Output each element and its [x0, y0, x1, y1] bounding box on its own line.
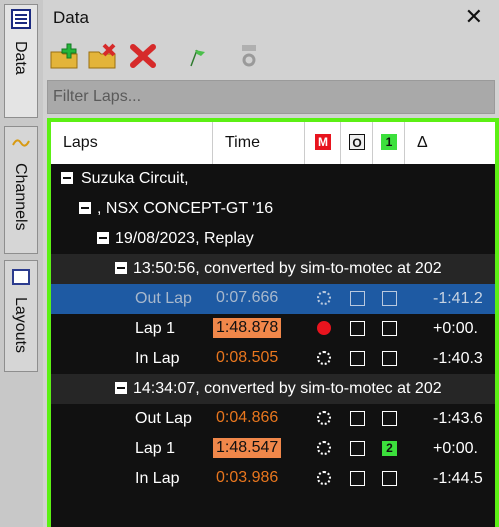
lap-row[interactable]: Out Lap 0:07.666 -1:41.2: [51, 284, 495, 314]
lap-name: Out Lap: [135, 410, 192, 427]
tab-channels[interactable]: Channels: [4, 126, 38, 254]
tree-car-row[interactable]: , NSX CONCEPT-GT '16: [51, 194, 495, 224]
lap-delta: -1:44.5: [433, 470, 483, 487]
lap-row[interactable]: Lap 1 1:48.547 2 +0:00.: [51, 434, 495, 464]
session-label: 19/08/2023, Replay: [115, 230, 254, 247]
column-time-label: Time: [225, 134, 260, 151]
close-icon[interactable]: ✕: [465, 4, 483, 30]
circuit-label: Suzuka Circuit,: [81, 170, 189, 187]
lap-time: 1:48.547: [213, 438, 282, 458]
run-label: 13:50:56, converted by sim-to-motec at 2…: [133, 260, 442, 277]
open-folder-add-icon[interactable]: [49, 40, 81, 72]
lap-time: 0:03.986: [216, 469, 279, 486]
run-label: 14:34:07, converted by sim-to-motec at 2…: [133, 380, 442, 397]
tab-data-label: Data: [12, 41, 29, 75]
wave-icon: [12, 139, 30, 147]
compare-checkbox[interactable]: 2: [382, 441, 397, 456]
open-folder-remove-icon[interactable]: [87, 40, 119, 72]
tree-run-row[interactable]: 14:34:07, converted by sim-to-motec at 2…: [51, 374, 495, 404]
reference-radio[interactable]: [317, 291, 331, 305]
overlay-checkbox[interactable]: [350, 411, 365, 426]
settings-icon[interactable]: [233, 40, 265, 72]
lap-row[interactable]: Lap 1 1:48.878 +0:00.: [51, 314, 495, 344]
panel-title: Data: [53, 8, 89, 27]
flag-icon[interactable]: [183, 40, 215, 72]
compare-checkbox[interactable]: [382, 471, 397, 486]
tab-channels-label: Channels: [12, 163, 29, 231]
compare-checkbox[interactable]: [382, 351, 397, 366]
column-laps-label: Laps: [63, 134, 98, 151]
lap-time: 0:04.866: [216, 409, 279, 426]
lap-row[interactable]: In Lap 0:03.986 -1:44.5: [51, 464, 495, 494]
column-delta[interactable]: Δ: [405, 122, 495, 164]
collapse-icon[interactable]: [115, 382, 127, 394]
column-overlay[interactable]: O: [341, 122, 373, 164]
column-time[interactable]: Time: [213, 122, 305, 164]
toolbar: [43, 34, 499, 78]
lap-row[interactable]: In Lap 0:08.505 -1:40.3: [51, 344, 495, 374]
overlay-checkbox[interactable]: [350, 321, 365, 336]
lap-name: Lap 1: [135, 320, 176, 337]
panel-titlebar: Data ✕: [43, 0, 499, 34]
side-tab-strip: Data Channels Layouts: [0, 0, 42, 527]
layout-icon: [12, 269, 30, 285]
lap-time: 1:48.878: [213, 318, 282, 338]
list-icon: [11, 9, 31, 29]
car-label: , NSX CONCEPT-GT '16: [97, 200, 274, 217]
lap-name: In Lap: [135, 470, 180, 487]
collapse-icon[interactable]: [79, 202, 91, 214]
tab-layouts[interactable]: Layouts: [4, 260, 38, 372]
compare-checkbox[interactable]: [382, 321, 397, 336]
overlay-checkbox[interactable]: [350, 351, 365, 366]
overlay-checkbox[interactable]: [350, 441, 365, 456]
column-delta-label: Δ: [417, 134, 428, 151]
lap-name: In Lap: [135, 350, 180, 367]
delete-icon[interactable]: [127, 40, 159, 72]
tree-session-row[interactable]: 19/08/2023, Replay: [51, 224, 495, 254]
column-reference[interactable]: M: [305, 122, 341, 164]
filter-laps-input[interactable]: [48, 81, 494, 113]
lap-time: 0:08.505: [216, 349, 279, 366]
reference-radio[interactable]: [317, 471, 331, 485]
lap-name: Lap 1: [135, 440, 176, 457]
collapse-icon[interactable]: [115, 262, 127, 274]
tab-data[interactable]: Data: [4, 4, 38, 118]
lap-delta: +0:00.: [433, 440, 478, 457]
compare-lap-icon: 1: [381, 134, 397, 150]
overlay-checkbox[interactable]: [350, 471, 365, 486]
collapse-icon[interactable]: [61, 172, 73, 184]
laps-grid: Laps Time M O 1 Δ Suzuka Circuit, , NSX …: [47, 118, 499, 527]
column-laps[interactable]: Laps: [51, 122, 213, 164]
tree-circuit-row[interactable]: Suzuka Circuit,: [51, 164, 495, 194]
reference-radio[interactable]: [317, 351, 331, 365]
data-panel: Data ✕ Laps Time M: [43, 0, 499, 527]
reference-radio[interactable]: [317, 411, 331, 425]
grid-header: Laps Time M O 1 Δ: [51, 122, 495, 164]
column-compare[interactable]: 1: [373, 122, 405, 164]
lap-delta: -1:41.2: [433, 290, 483, 307]
collapse-icon[interactable]: [97, 232, 109, 244]
lap-delta: -1:43.6: [433, 410, 483, 427]
reference-radio[interactable]: [317, 321, 331, 335]
filter-laps-box: [47, 80, 495, 114]
lap-row[interactable]: Out Lap 0:04.866 -1:43.6: [51, 404, 495, 434]
lap-time: 0:07.666: [216, 289, 279, 306]
lap-delta: +0:00.: [433, 320, 478, 337]
compare-checkbox[interactable]: [382, 291, 397, 306]
compare-checkbox[interactable]: [382, 411, 397, 426]
lap-delta: -1:40.3: [433, 350, 483, 367]
reference-lap-icon: M: [315, 134, 331, 150]
overlay-checkbox[interactable]: [350, 291, 365, 306]
tab-layouts-label: Layouts: [12, 297, 29, 354]
reference-radio[interactable]: [317, 441, 331, 455]
lap-name: Out Lap: [135, 290, 192, 307]
tree-run-row[interactable]: 13:50:56, converted by sim-to-motec at 2…: [51, 254, 495, 284]
overlay-lap-icon: O: [349, 134, 365, 150]
